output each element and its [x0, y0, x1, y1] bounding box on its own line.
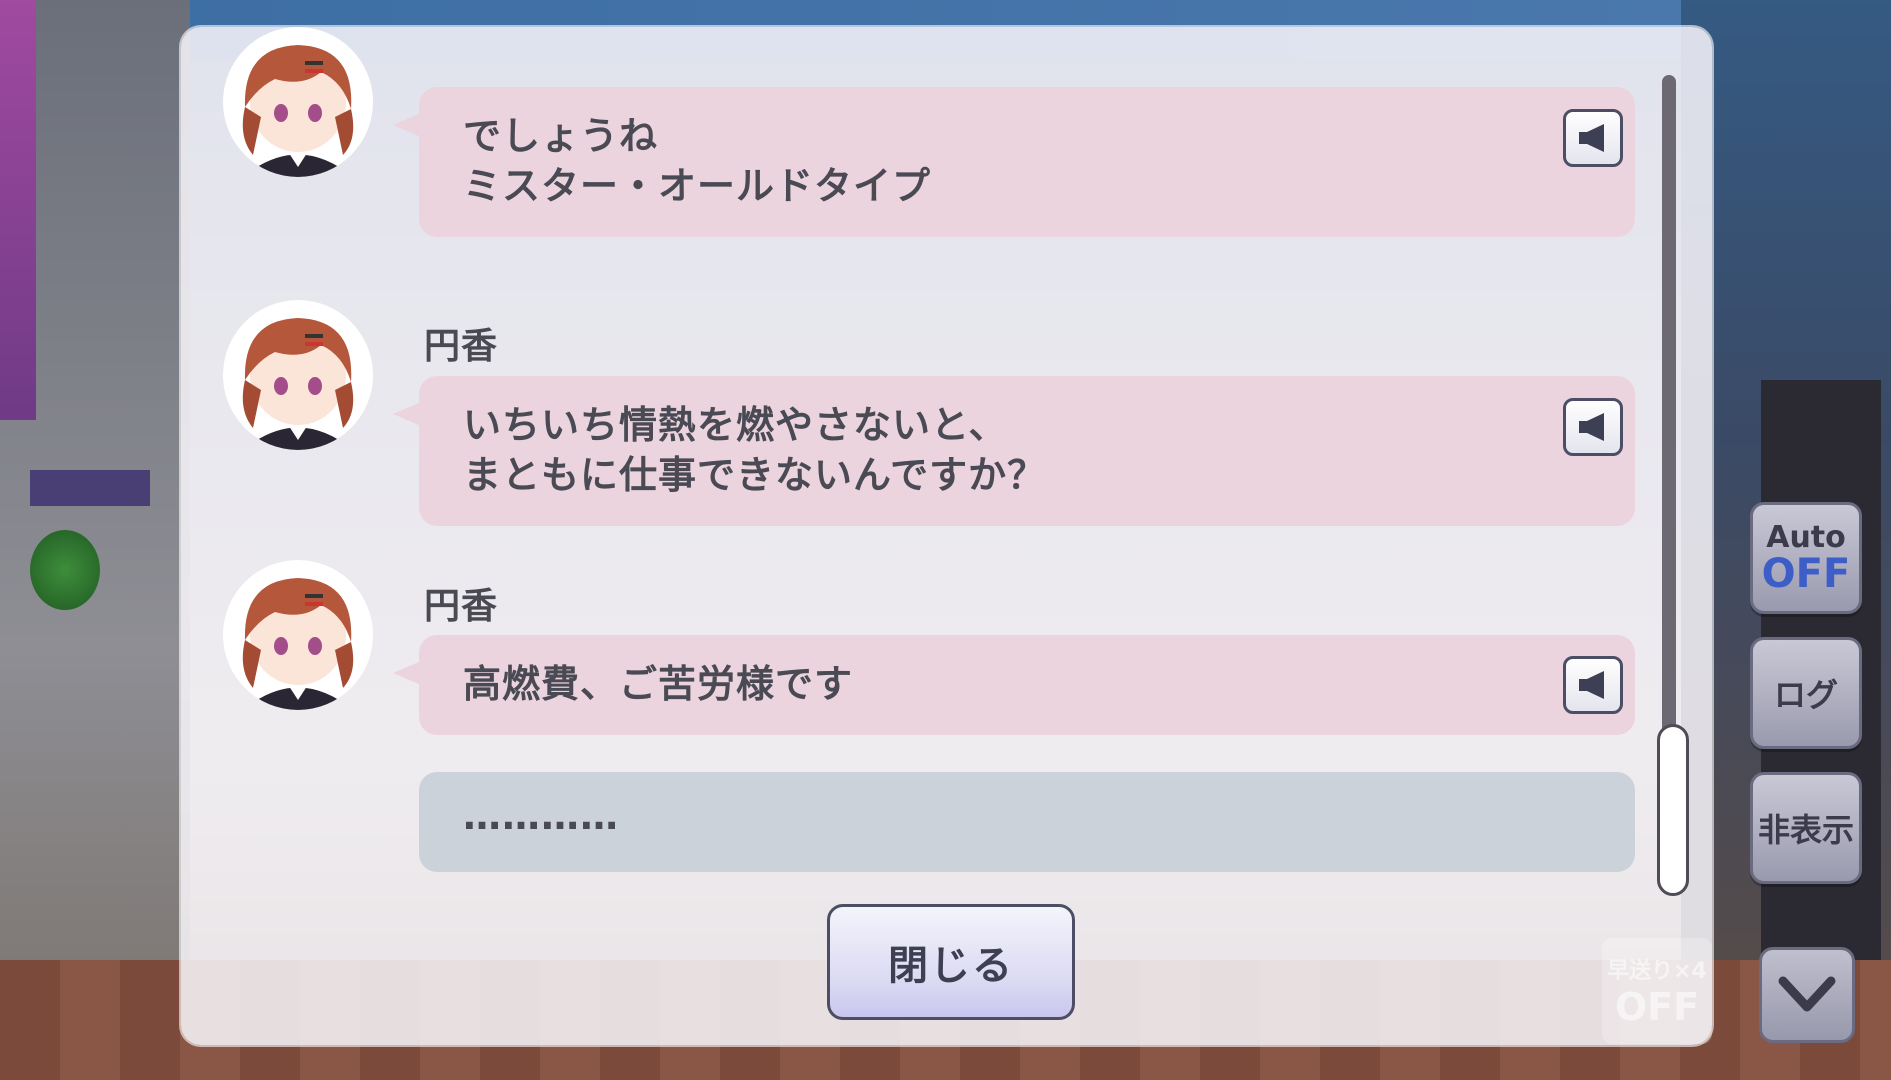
speaker-icon [1579, 124, 1604, 152]
log-scroll-area[interactable]: でしょうね ミスター・オールドタイプ 円香 いちいち情熱を燃やさないと、 まとも… [181, 27, 1661, 882]
close-button[interactable]: 閉じる [827, 904, 1075, 1020]
fast-forward-button[interactable]: 早送り×4 OFF [1602, 938, 1712, 1044]
dialogue-log-panel: でしょうね ミスター・オールドタイプ 円香 いちいち情熱を燃やさないと、 まとも… [181, 27, 1712, 1045]
narration-text: ………… [463, 794, 619, 838]
auto-state: OFF [1761, 551, 1851, 597]
speaker-name: 円香 [424, 326, 499, 367]
dialogue-bubble: でしょうね ミスター・オールドタイプ [393, 87, 1635, 237]
replay-voice-button[interactable] [1563, 109, 1623, 167]
scrollbar-thumb[interactable] [1657, 724, 1689, 896]
dialogue-text: いちいち情熱を燃やさないと、 まともに仕事できないんですか？ [463, 403, 1047, 497]
scroll-down-button[interactable] [1759, 947, 1855, 1043]
replay-voice-button[interactable] [1563, 398, 1623, 456]
character-avatar [223, 300, 373, 450]
speaker-icon [1579, 413, 1604, 441]
speaker-icon [1579, 671, 1604, 699]
log-button[interactable]: ログ [1750, 637, 1862, 749]
chevron-down-icon [1778, 976, 1836, 1012]
fast-forward-label: 早送り×4 [1607, 959, 1707, 984]
hide-ui-button[interactable]: 非表示 [1750, 772, 1862, 884]
log-entry: 円香 いちいち情熱を燃やさないと、 まともに仕事できないんですか？ [181, 297, 1661, 527]
speaker-name: 円香 [424, 586, 499, 627]
narration-bubble: ………… [419, 772, 1635, 872]
awning [30, 470, 150, 506]
neon-sign [0, 0, 36, 420]
log-entry: でしょうね ミスター・オールドタイプ [181, 27, 1661, 237]
character-avatar [223, 27, 373, 177]
dialogue-bubble: 高燃費、ご苦労様です [393, 635, 1635, 735]
fast-forward-state: OFF [1614, 985, 1700, 1029]
dialogue-text: 高燃費、ご苦労様です [463, 662, 854, 706]
building-left [0, 0, 190, 1080]
character-avatar [223, 560, 373, 710]
auto-toggle-button[interactable]: Auto OFF [1750, 502, 1862, 614]
dialogue-bubble: いちいち情熱を燃やさないと、 まともに仕事できないんですか？ [393, 376, 1635, 526]
plant [30, 530, 100, 610]
log-label: ログ [1773, 676, 1838, 714]
dialogue-text: でしょうね ミスター・オールドタイプ [463, 114, 932, 208]
replay-voice-button[interactable] [1563, 656, 1623, 714]
log-entry: 円香 高燃費、ご苦労様です [181, 557, 1661, 737]
auto-label: Auto [1766, 520, 1846, 555]
hide-label: 非表示 [1757, 811, 1854, 849]
